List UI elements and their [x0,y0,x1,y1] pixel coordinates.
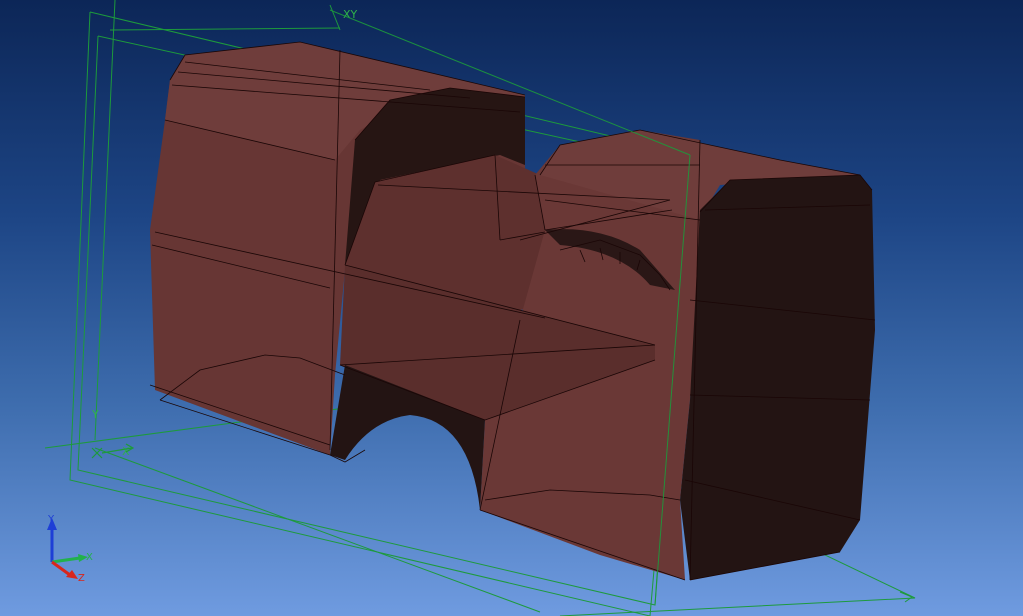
xy-plane-label: XY [343,8,358,21]
triad-x-label: X [86,552,93,563]
part-body[interactable] [149,41,876,581]
y-plane-label: Y [91,408,99,421]
triad-z-axis [51,560,71,577]
right-block-side-face[interactable] [680,175,875,580]
coordinate-triad[interactable]: Y X Z [47,514,93,584]
model-scene[interactable]: XY X Y Y X Z [0,0,1023,616]
3d-viewport[interactable]: XY X Y Y X Z [0,0,1023,616]
triad-y-label: Y [47,514,55,525]
triad-x-axis [51,556,81,564]
triad-z-label: Z [78,573,85,584]
